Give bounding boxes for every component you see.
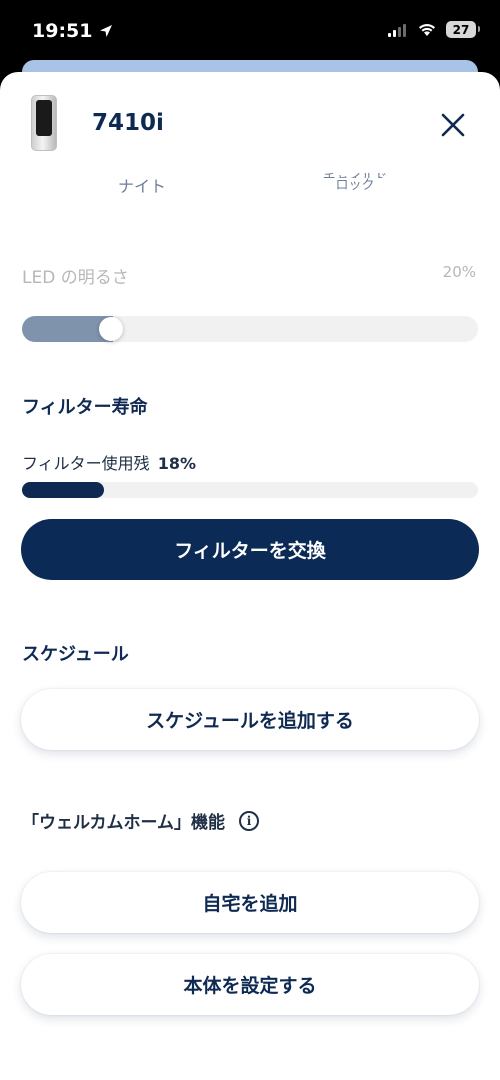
add-schedule-button[interactable]: スケジュールを追加する (21, 689, 479, 750)
replace-filter-button[interactable]: フィルターを交換 (21, 519, 479, 580)
filter-remaining-label: フィルター使用残 (22, 454, 150, 473)
led-brightness-title: LED の明るさ (22, 268, 129, 288)
led-brightness-slider-thumb[interactable] (99, 317, 123, 341)
led-brightness-value: 20% (442, 263, 476, 281)
setup-device-button[interactable]: 本体を設定する (21, 954, 479, 1015)
status-time-text: 19:51 (32, 20, 93, 42)
tab-child-lock[interactable]: チャイルド ロック (320, 172, 390, 193)
tab-night-mode[interactable]: ナイト (118, 173, 166, 197)
add-home-button[interactable]: 自宅を追加 (21, 872, 479, 933)
cellular-signal-icon (388, 23, 406, 37)
filter-life-progress-fill (22, 482, 104, 498)
welcome-home-row: 「ウェルカムホーム」機能 i (22, 808, 259, 833)
battery-level: 27 (452, 22, 470, 37)
device-name: 7410i (92, 110, 164, 136)
schedule-title: スケジュール (22, 644, 129, 665)
filter-life-title: フィルター寿命 (22, 397, 148, 418)
tab-child-lock-line2: ロック (335, 178, 375, 193)
close-button[interactable] (436, 108, 470, 142)
close-icon (441, 113, 465, 137)
welcome-home-title: 「ウェルカムホーム」機能 (22, 813, 225, 833)
air-purifier-image (31, 95, 57, 151)
device-settings-sheet: 7410i ナイト チャイルド ロック LED の明るさ 20% フィルター寿命… (0, 72, 500, 1080)
info-icon[interactable]: i (238, 810, 259, 831)
location-arrow-icon (100, 25, 113, 37)
filter-remaining-row: フィルター使用残 18% (22, 450, 196, 474)
sheet-header: 7410i (0, 72, 500, 170)
status-bar: 19:51 27 (0, 0, 500, 62)
status-time: 19:51 (32, 20, 114, 42)
led-brightness-slider[interactable] (22, 316, 478, 342)
status-icons: 27 (388, 21, 480, 38)
battery-icon: 27 (446, 21, 480, 38)
wifi-icon (419, 24, 435, 36)
filter-remaining-value: 18% (157, 454, 196, 473)
filter-life-progress-bar (22, 482, 478, 498)
